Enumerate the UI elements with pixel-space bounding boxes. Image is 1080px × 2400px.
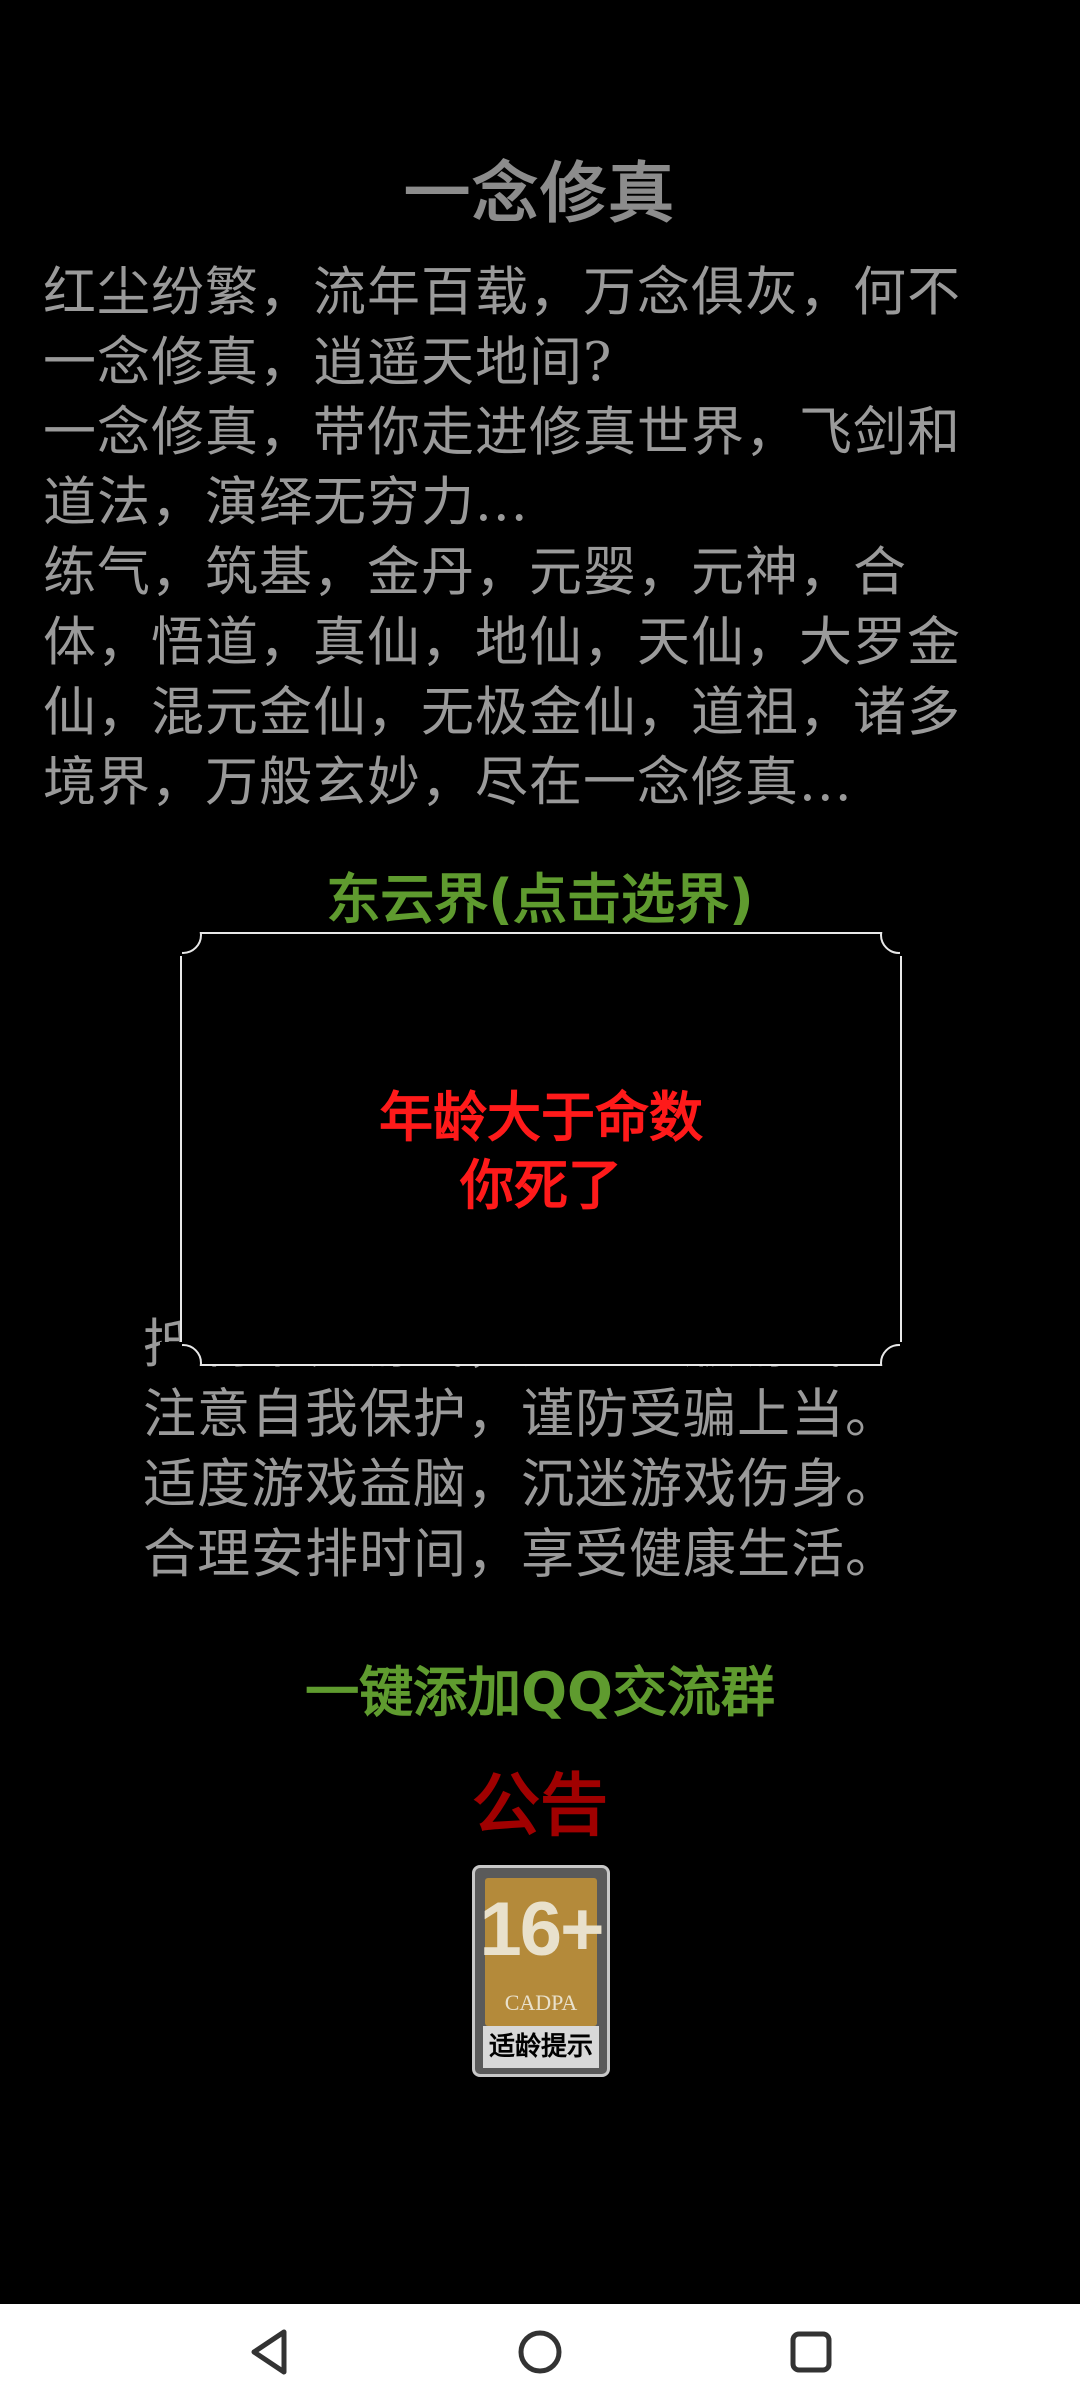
dialog-message: 年龄大于命数 你死了: [182, 1084, 900, 1220]
age-rating-badge: 16+ CADPA 适龄提示: [472, 1865, 610, 2077]
triangle-back-icon[interactable]: [244, 2324, 300, 2380]
game-title: 一念修真: [404, 155, 676, 232]
age-rating-value: 16+: [479, 1887, 605, 1972]
announcement-link[interactable]: 公告: [0, 1750, 1080, 1849]
notice-line: 适度游戏益脑，沉迷游戏伤身。: [143, 1454, 899, 1515]
intro-line: 体，悟道，真仙，地仙，天仙，大罗金: [43, 612, 961, 673]
dialog-line-1: 年龄大于命数: [379, 1086, 703, 1149]
notice-line: 注意自我保护，谨防受骗上当。: [143, 1384, 899, 1445]
intro-text: 红尘纷繁，流年百载，万念俱灰，何不 一念修真，逍遥天地间? 一念修真，带你走进修…: [43, 258, 1043, 818]
death-dialog[interactable]: 年龄大于命数 你死了: [160, 912, 922, 1386]
intro-line: 练气，筑基，金丹，元婴，元神，合: [43, 542, 907, 603]
system-nav-bar: [0, 2304, 1080, 2400]
game-screen: 一念修真 红尘纷繁，流年百载，万念俱灰，何不 一念修真，逍遥天地间? 一念修真，…: [0, 0, 1080, 2400]
intro-line: 仙，混元金仙，无极金仙，道祖，诸多: [43, 682, 961, 743]
age-rating-hint: 适龄提示: [483, 2026, 599, 2068]
age-rating-org: CADPA: [504, 1990, 578, 2015]
intro-line: 一念修真，逍遥天地间?: [43, 332, 613, 393]
intro-line: 境界，万般玄妙，尽在一念修真...: [43, 752, 853, 813]
intro-line: 红尘纷繁，流年百载，万念俱灰，何不: [43, 262, 961, 323]
dialog-line-2: 你死了: [460, 1154, 622, 1217]
intro-line: 道法，演绎无穷力...: [43, 472, 529, 533]
qq-group-link[interactable]: 一键添加QQ交流群: [0, 1648, 1080, 1727]
circle-home-icon[interactable]: [512, 2324, 568, 2380]
notice-line: 合理安排时间，享受健康生活。: [143, 1524, 899, 1585]
intro-line: 一念修真，带你走进修真世界，飞剑和: [43, 402, 961, 463]
square-recents-icon[interactable]: [783, 2324, 839, 2380]
